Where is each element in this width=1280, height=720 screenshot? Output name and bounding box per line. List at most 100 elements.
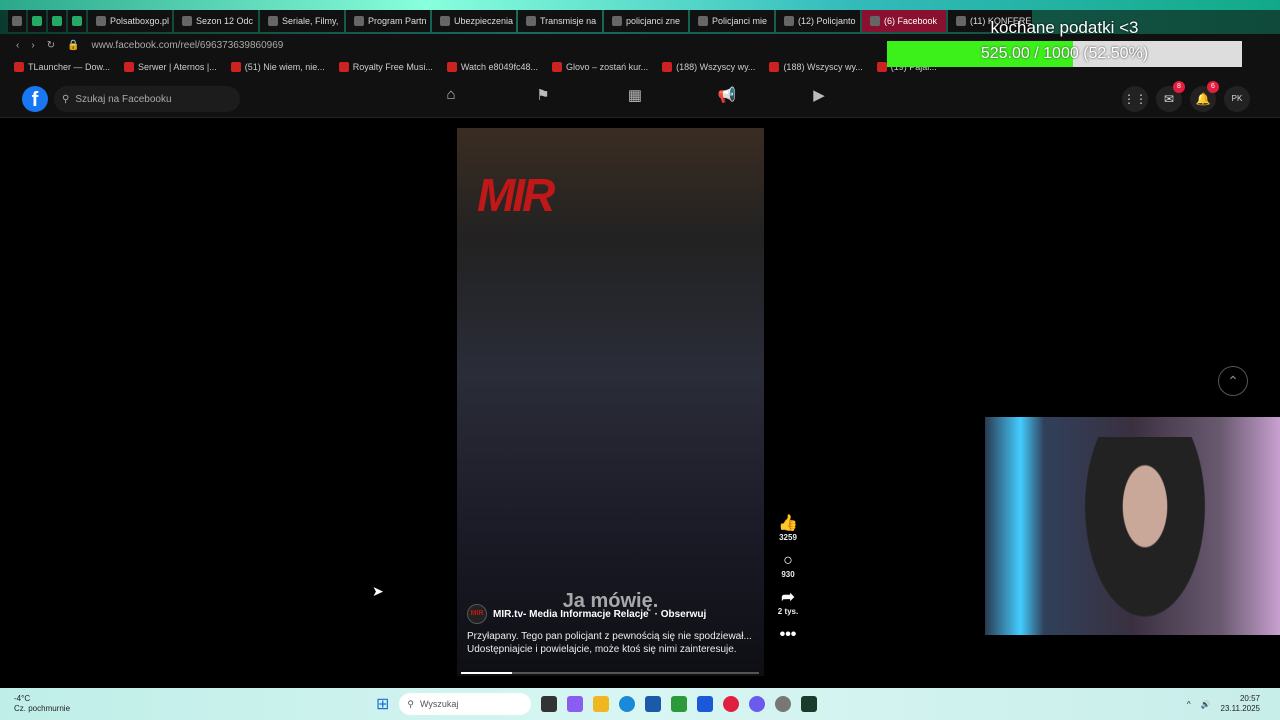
facebook-logo[interactable]: f — [22, 86, 48, 112]
folder-icon[interactable] — [593, 696, 610, 712]
messenger-icon[interactable]: ✉ 8 — [1156, 81, 1185, 112]
share-button[interactable]: ➦ 2 tys. — [775, 589, 801, 616]
video-progress-fill — [461, 672, 512, 674]
pinned-tab[interactable] — [68, 10, 86, 32]
search-icon: ⚲ — [407, 698, 414, 709]
app-icon[interactable] — [801, 696, 818, 712]
store-icon[interactable] — [645, 696, 662, 712]
favicon-icon — [662, 62, 673, 72]
taskbar: -4°C Cz. pochmurnie ⊞ ⚲ Wyszukaj ^ 🔊 20:5… — [0, 688, 1280, 720]
browser-tab[interactable]: Transmisje na — [518, 10, 602, 32]
author-avatar[interactable]: MIR — [467, 604, 487, 624]
browser-tab[interactable]: Polsatboxgo.pl — [88, 10, 172, 32]
reel-author: MIR MIR.tv- Media Informacje Relacje · O… — [467, 604, 706, 624]
reload-icon[interactable]: ↻ — [47, 40, 55, 51]
forward-icon[interactable]: › — [31, 40, 34, 51]
favicon-icon — [446, 62, 457, 72]
bookmark[interactable]: TLauncher — Dow... — [14, 62, 110, 72]
bookmark[interactable]: Watch e8049fc48... — [446, 62, 538, 72]
home-icon[interactable]: ⌂ — [405, 86, 497, 104]
bookmark[interactable]: (51) Nie wiem, nie... — [230, 62, 325, 72]
search-icon: ⚲ — [62, 93, 70, 105]
bell-icon[interactable]: 🔔 6 — [1190, 81, 1219, 112]
search-input[interactable]: ⚲ Szukaj na Facebooku — [54, 86, 240, 112]
megaphone-icon[interactable]: 📢 — [681, 86, 773, 104]
opera-icon[interactable] — [723, 696, 740, 712]
clock[interactable]: 20:57 23.11.2025 — [1221, 694, 1260, 714]
favicon-icon — [338, 62, 349, 72]
mir-logo-watermark: MIR — [477, 169, 555, 221]
browser-tab[interactable]: Program Partn — [346, 10, 430, 32]
browser-tab[interactable]: Ubezpieczenia — [432, 10, 516, 32]
edge-icon[interactable] — [619, 696, 636, 712]
comment-icon: ○ — [783, 552, 793, 569]
video-progress-bar[interactable] — [461, 672, 759, 674]
donation-goal-overlay: kochane podatki <3 525.00 / 1000 (52.50%… — [887, 18, 1242, 67]
copilot-icon[interactable] — [567, 696, 584, 712]
follow-button[interactable]: · Obserwuj — [655, 609, 707, 620]
bookmark[interactable]: (188) Wszyscy wy... — [769, 62, 863, 72]
menu-grid-icon[interactable]: ⋮⋮ — [1122, 86, 1148, 112]
mouse-cursor-icon: ➤ — [372, 583, 384, 599]
bookmark[interactable]: (188) Wszyscy wy... — [662, 62, 755, 72]
like-button[interactable]: 👍 3259 — [775, 515, 801, 542]
pinned-tab[interactable] — [28, 10, 46, 32]
settings-icon[interactable] — [775, 696, 792, 712]
tab-strip-decoration — [0, 0, 1280, 10]
bookmark[interactable]: Royalty Free Musi... — [338, 62, 433, 72]
bookmark[interactable]: Glovo – zostań kur... — [552, 62, 648, 72]
weather-widget[interactable]: -4°C Cz. pochmurnie — [14, 694, 70, 714]
favicon-icon — [784, 16, 794, 26]
previous-reel-button[interactable]: ⌃ — [1218, 366, 1248, 396]
browser-tab[interactable]: policjanci zne — [604, 10, 688, 32]
reel-video[interactable]: MIR Ja mówię. MIR MIR.tv- Media Informac… — [457, 128, 764, 676]
streamer-image — [1075, 437, 1215, 635]
favicon-icon — [124, 62, 135, 72]
pinned-tab[interactable] — [48, 10, 66, 32]
bookmark[interactable]: Serwer | Aternos |... — [124, 62, 217, 72]
windows-start-icon[interactable]: ⊞ — [376, 694, 389, 714]
browser-tab[interactable]: Sezon 12 Odc — [174, 10, 258, 32]
taskbar-search[interactable]: ⚲ Wyszukaj — [399, 693, 532, 715]
lock-icon: 🔒 — [67, 39, 80, 51]
comment-button[interactable]: ○ 930 — [775, 552, 801, 579]
flag-icon[interactable]: ⚑ — [497, 86, 589, 104]
goal-title: kochane podatki <3 — [990, 18, 1139, 37]
reel-actions: 👍 3259 ○ 930 ➦ 2 tys. ••• — [775, 515, 801, 654]
facebook-header: f ⚲ Szukaj na Facebooku ⌂ ⚑ ▦ 📢 ▶ ⋮⋮ ✉ 8 🔔… — [0, 78, 1280, 118]
favicon-icon — [440, 16, 450, 26]
reel-description: Przyłapany. Tego pan policjant z pewnośc… — [467, 631, 752, 655]
xbox-icon[interactable] — [671, 696, 688, 712]
author-name[interactable]: MIR.tv- Media Informacje Relacje — [493, 609, 649, 620]
share-icon: ➦ — [781, 589, 795, 606]
app-icon[interactable] — [541, 696, 558, 712]
tray-chevron-icon[interactable]: ^ — [1187, 700, 1191, 709]
browser-tab[interactable]: (12) Policjanto — [776, 10, 860, 32]
discord-icon[interactable] — [749, 696, 766, 712]
favicon-icon — [870, 16, 880, 26]
browser-tab[interactable]: Seriale, Filmy, — [260, 10, 344, 32]
url-field[interactable]: www.facebook.com/reel/696373639860969 — [92, 40, 284, 51]
video-icon[interactable]: ▶ — [773, 86, 865, 104]
favicon-icon — [698, 16, 708, 26]
volume-icon[interactable]: 🔊 — [1201, 700, 1211, 709]
goal-progress-bar: 525.00 / 1000 (52.50%) — [887, 41, 1242, 67]
more-button[interactable]: ••• — [775, 626, 801, 644]
browser-tab[interactable]: Policjanci mie — [690, 10, 774, 32]
favicon-icon — [876, 62, 887, 72]
favicon-icon — [612, 16, 622, 26]
favicon-icon — [96, 16, 106, 26]
more-icon: ••• — [779, 626, 797, 643]
pinned-tab[interactable] — [8, 10, 26, 32]
avatar[interactable]: PK — [1224, 86, 1250, 112]
app-icon[interactable] — [697, 696, 714, 712]
favicon-icon — [182, 16, 192, 26]
favicon-icon — [230, 62, 241, 72]
favicon-icon — [268, 16, 278, 26]
marketplace-icon[interactable]: ▦ — [589, 86, 681, 104]
thumbs-up-icon: 👍 — [778, 515, 798, 532]
favicon-icon — [354, 16, 364, 26]
favicon-icon — [526, 16, 536, 26]
webcam-overlay — [985, 417, 1280, 635]
back-icon[interactable]: ‹ — [16, 40, 19, 51]
